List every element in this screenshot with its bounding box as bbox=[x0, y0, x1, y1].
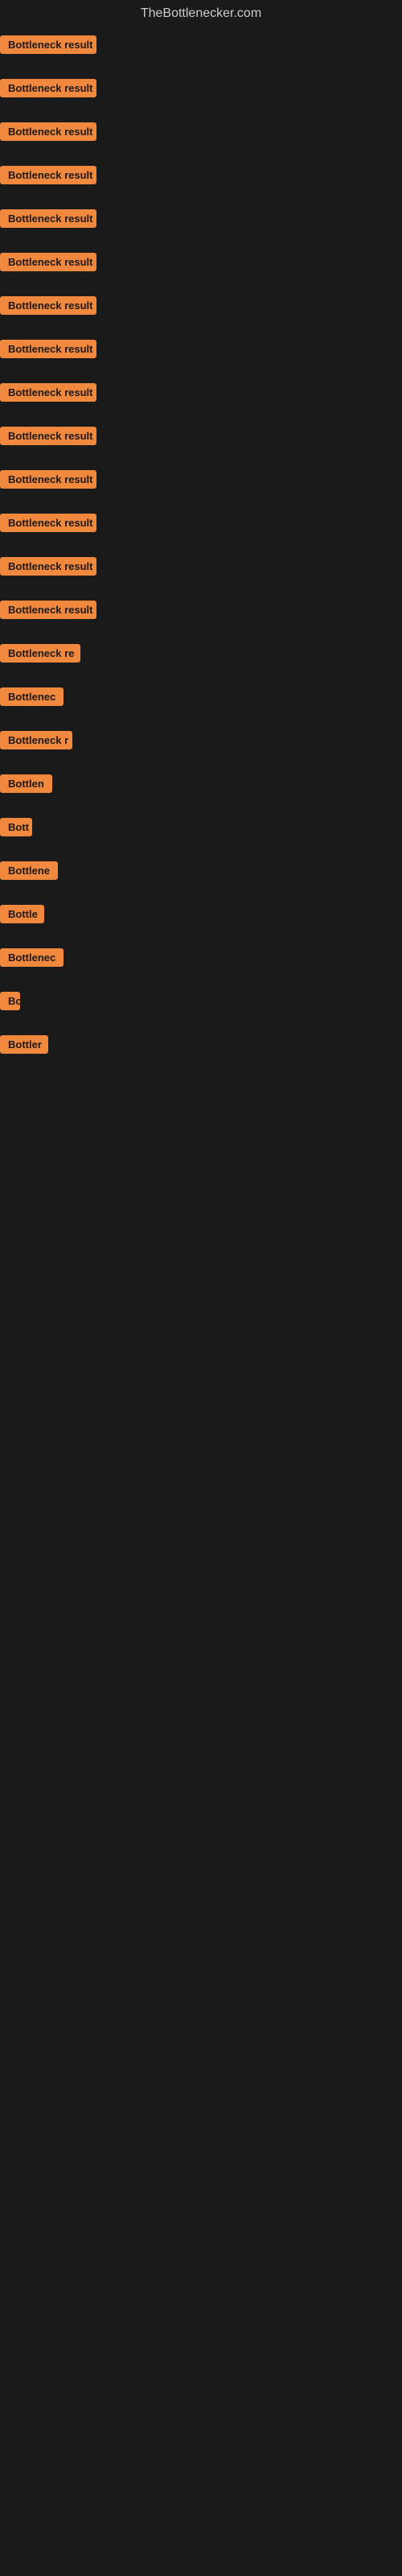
bottleneck-badge: Bottleneck result bbox=[0, 557, 96, 576]
site-title: TheBottlenecker.com bbox=[0, 0, 402, 31]
bottleneck-badge: Bottler bbox=[0, 1035, 48, 1054]
page-container: TheBottlenecker.com Bottleneck resultBot… bbox=[0, 0, 402, 1074]
list-item: Bottleneck result bbox=[0, 552, 402, 596]
items-list: Bottleneck result Bottleneck result Bottle… bbox=[0, 31, 402, 1074]
bottleneck-badge: Bottlenec bbox=[0, 687, 64, 706]
list-item: Bottleneck re bbox=[0, 639, 402, 683]
list-item: Bottleneck result bbox=[0, 378, 402, 422]
bottleneck-badge: Bottleneck result bbox=[0, 470, 96, 489]
bottleneck-badge: Bott bbox=[0, 818, 32, 836]
bottleneck-badge: Bottlen bbox=[0, 774, 52, 793]
bottleneck-badge: Bottleneck result bbox=[0, 514, 96, 532]
list-item: Bottleneck result bbox=[0, 335, 402, 378]
list-item: Bottlenec bbox=[0, 683, 402, 726]
list-item: Bottler bbox=[0, 1030, 402, 1074]
list-item: Bo bbox=[0, 987, 402, 1030]
bottleneck-badge: Bottle bbox=[0, 905, 44, 923]
list-item: Bottleneck result bbox=[0, 74, 402, 118]
list-item: Bottlene bbox=[0, 857, 402, 900]
list-item: Bottlenec bbox=[0, 943, 402, 987]
bottleneck-badge: Bottleneck result bbox=[0, 166, 96, 184]
list-item: Bottle bbox=[0, 900, 402, 943]
list-item: Bottleneck result bbox=[0, 204, 402, 248]
list-item: Bottlen bbox=[0, 770, 402, 813]
list-item: Bott bbox=[0, 813, 402, 857]
bottleneck-badge: Bottleneck result bbox=[0, 296, 96, 315]
bottleneck-badge: Bottleneck result bbox=[0, 79, 96, 97]
list-item: Bottleneck result bbox=[0, 31, 402, 74]
list-item: Bottleneck result bbox=[0, 509, 402, 552]
bottleneck-badge: Bottleneck result bbox=[0, 601, 96, 619]
list-item: Bottleneck result bbox=[0, 161, 402, 204]
bottleneck-badge: Bottleneck r bbox=[0, 731, 72, 749]
bottleneck-badge: Bottleneck result bbox=[0, 340, 96, 358]
bottleneck-badge: Bottlene bbox=[0, 861, 58, 880]
list-item: Bottleneck r bbox=[0, 726, 402, 770]
bottleneck-badge: Bottleneck result bbox=[0, 122, 96, 141]
bottleneck-badge: Bottleneck result bbox=[0, 253, 96, 271]
bottleneck-badge: Bo bbox=[0, 992, 20, 1010]
bottleneck-badge: Bottleneck result bbox=[0, 427, 96, 445]
bottleneck-badge: Bottleneck result bbox=[0, 35, 96, 54]
bottleneck-badge: Bottleneck result bbox=[0, 383, 96, 402]
bottleneck-badge: Bottleneck result bbox=[0, 209, 96, 228]
list-item: Bottleneck result bbox=[0, 465, 402, 509]
list-item: Bottleneck result bbox=[0, 248, 402, 291]
bottleneck-badge: Bottlenec bbox=[0, 948, 64, 967]
list-item: Bottleneck result bbox=[0, 291, 402, 335]
list-item: Bottleneck result bbox=[0, 596, 402, 639]
list-item: Bottleneck result bbox=[0, 422, 402, 465]
bottleneck-badge: Bottleneck re bbox=[0, 644, 80, 663]
list-item: Bottleneck result bbox=[0, 118, 402, 161]
